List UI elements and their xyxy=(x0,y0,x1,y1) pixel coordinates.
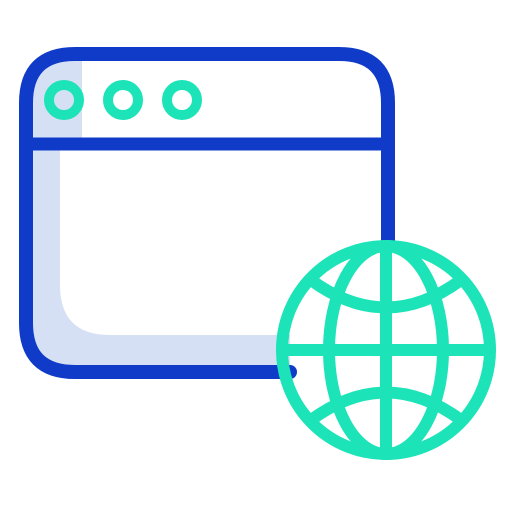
window-shadow-fill xyxy=(30,140,290,372)
dot-2-icon xyxy=(103,80,143,120)
dot-3-icon xyxy=(162,80,202,120)
globe-icon xyxy=(276,240,496,460)
web-browser-globe-icon xyxy=(19,47,496,460)
icon-canvas xyxy=(0,0,512,512)
